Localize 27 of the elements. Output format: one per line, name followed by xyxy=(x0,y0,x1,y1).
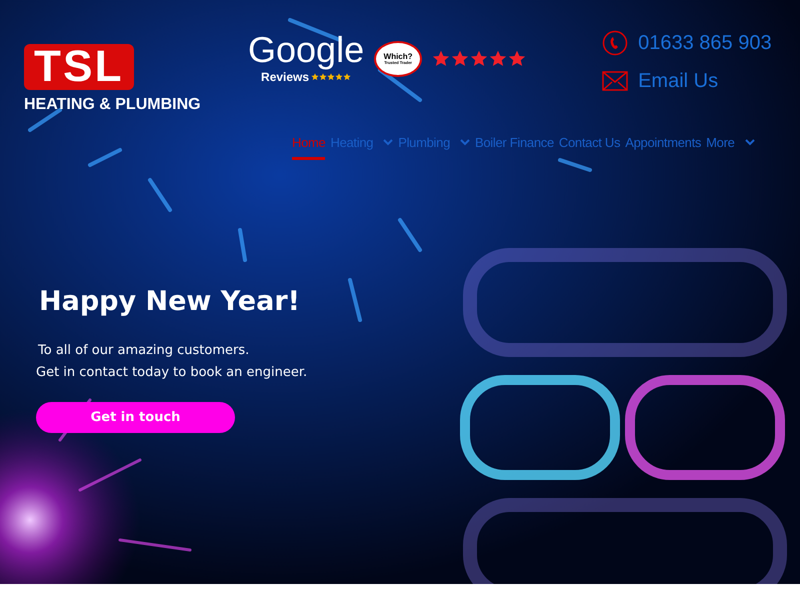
chevron-down-icon[interactable] xyxy=(383,139,394,146)
hero-text: To all of our amazing customers. xyxy=(38,342,250,360)
email-link[interactable]: Email Us xyxy=(638,66,718,96)
chevron-down-icon[interactable] xyxy=(744,139,755,146)
nav-link[interactable]: Boiler Finance xyxy=(475,133,554,160)
nav-link[interactable]: Contact Us xyxy=(558,133,620,160)
chevron-down-icon[interactable] xyxy=(460,139,470,146)
phone-link[interactable]: 01633 865 903 xyxy=(638,28,772,58)
get-in-touch-button[interactable]: Get in touch xyxy=(36,402,235,433)
nav-link[interactable]: More xyxy=(706,133,735,160)
star-icon xyxy=(432,50,450,68)
star-icon xyxy=(470,50,488,68)
hero-heading: Happy New Year! xyxy=(39,284,300,318)
nav-link[interactable]: Appointments xyxy=(625,133,702,160)
nav-link[interactable]: Heating xyxy=(330,133,374,160)
reviews-label: Reviews xyxy=(261,70,310,86)
email-icon xyxy=(602,71,628,91)
star-icon xyxy=(508,50,526,68)
logo-tagline: HEATING & PLUMBING xyxy=(24,95,201,115)
star-icon xyxy=(489,50,508,68)
google-wordmark: Google xyxy=(248,32,364,68)
star-icon xyxy=(451,50,470,68)
nav-link[interactable]: Plumbing xyxy=(398,133,450,160)
logo-mark: TSL xyxy=(24,44,134,90)
phone-icon xyxy=(602,30,628,56)
nav-link[interactable]: Home xyxy=(292,133,326,160)
hero-text: Get in contact today to book an engineer. xyxy=(36,364,308,382)
